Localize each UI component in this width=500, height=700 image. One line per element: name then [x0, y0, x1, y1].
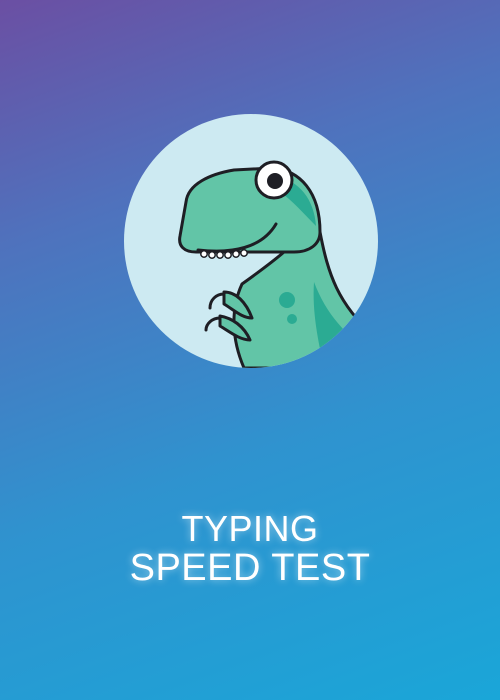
title-line-speed-test: SPEED TEST: [129, 547, 371, 589]
dino-pupil: [267, 173, 283, 189]
dino-head: [178, 166, 322, 254]
splash-screen: TYPING SPEED TEST: [0, 0, 500, 700]
title-line-typing: TYPING: [181, 508, 319, 549]
dino-spot: [287, 314, 297, 324]
dino-spot: [279, 292, 295, 308]
mascot-badge: [124, 114, 378, 368]
dinosaur-mascot-icon: [124, 114, 378, 368]
